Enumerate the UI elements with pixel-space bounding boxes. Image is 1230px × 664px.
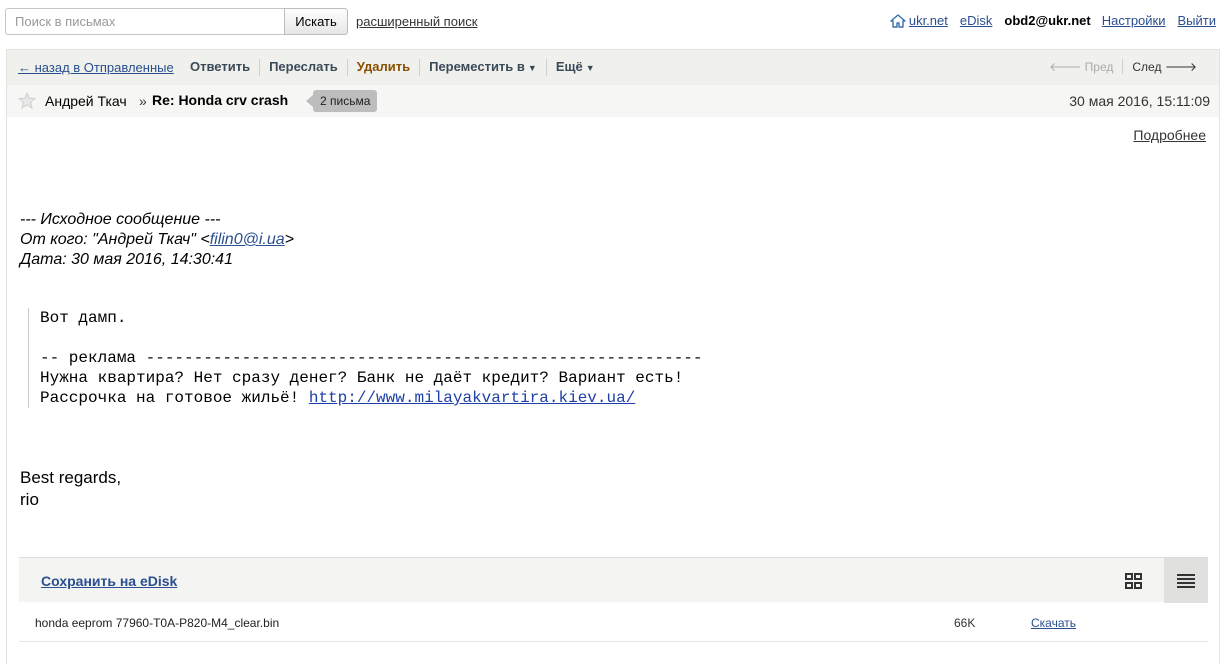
move-to-label: Переместить в [429, 59, 525, 74]
advanced-search-link[interactable]: расширенный поиск [356, 14, 477, 29]
list-view-button[interactable] [1164, 558, 1208, 603]
subject-separator: » [139, 93, 147, 109]
signature-line-1: Best regards, [20, 468, 122, 487]
grid-icon [1125, 572, 1142, 589]
star-icon[interactable] [18, 92, 36, 109]
chevron-down-icon: ▼ [585, 63, 595, 73]
quoted-title: --- Исходное сообщение --- [20, 211, 221, 228]
attachment-download-link[interactable]: Скачать [1031, 616, 1076, 630]
settings-link[interactable]: Настройки [1102, 13, 1166, 28]
quoted-from: От кого: "Андрей Ткач" <filin0@i.ua> [20, 230, 1200, 250]
quoted-from-suffix: > [284, 231, 294, 248]
next-message-button[interactable]: След 🡒 [1123, 59, 1197, 74]
search-input[interactable] [5, 8, 285, 35]
quoted-line-4-text: Рассрочка на готовое жильё! [40, 389, 309, 407]
grid-view-button[interactable] [1112, 558, 1156, 603]
user-email: obd2@ukr.net [1004, 13, 1091, 28]
message-container: ← назад в Отправленные Ответить Переслат… [6, 49, 1220, 664]
move-to-button[interactable]: Переместить в ▼ [419, 59, 546, 76]
reply-button[interactable]: Ответить [190, 59, 259, 76]
quoted-from-prefix: От кого: "Андрей Ткач" < [20, 231, 210, 248]
top-bar: Искать расширенный поиск ukr.net eDisk o… [0, 0, 1230, 46]
prev-message-button[interactable]: 🡐 Пред [1049, 59, 1124, 74]
save-to-edisk-link[interactable]: Сохранить на eDisk [41, 573, 177, 589]
message-date: 30 мая 2016, 15:11:09 [1069, 93, 1210, 109]
details-link[interactable]: Подробнее [1133, 127, 1206, 143]
quoted-line-3: Нужна квартира? Нет сразу денег? Банк не… [40, 369, 684, 387]
logout-link[interactable]: Выйти [1178, 13, 1217, 28]
message-toolbar: ← назад в Отправленные Ответить Переслат… [7, 50, 1219, 85]
attachment-row: honda eeprom 77960-T0A-P820-M4_clear.bin… [19, 602, 1208, 642]
thread-count-badge[interactable]: 2 письма [305, 90, 378, 112]
attachment-name: honda eeprom 77960-T0A-P820-M4_clear.bin [35, 616, 280, 630]
quoted-header: --- Исходное сообщение --- От кого: "Анд… [20, 210, 1200, 270]
quoted-from-email[interactable]: filin0@i.ua [210, 231, 285, 248]
home-icon [890, 13, 906, 28]
more-label: Ещё [555, 59, 583, 74]
quoted-line-1: Вот дамп. [40, 309, 127, 327]
attachments-bar: Сохранить на eDisk [19, 557, 1208, 603]
message-subject: Re: Honda crv crash [152, 92, 289, 108]
more-button[interactable]: Ещё ▼ [545, 59, 604, 76]
forward-button[interactable]: Переслать [259, 59, 347, 76]
top-links: ukr.net eDisk obd2@ukr.net Настройки Вый… [890, 13, 1216, 28]
edisk-link[interactable]: eDisk [960, 13, 993, 28]
delete-button[interactable]: Удалить [346, 59, 419, 76]
list-icon [1177, 573, 1195, 588]
quoted-body: Вот дамп. -- реклама -------------------… [28, 308, 1200, 408]
arrow-right-icon: 🡒 [1161, 60, 1197, 74]
quoted-date: Дата: 30 мая 2016, 14:30:41 [20, 251, 233, 268]
home-link-label[interactable]: ukr.net [909, 13, 948, 28]
message-body: --- Исходное сообщение --- От кого: "Анд… [20, 210, 1200, 511]
prev-label: Пред [1084, 60, 1114, 74]
signature-line-2: rio [20, 490, 39, 509]
action-buttons: Ответить Переслать Удалить Переместить в… [190, 59, 604, 76]
search-button[interactable]: Искать [284, 8, 348, 35]
back-to-sent-link[interactable]: ← назад в Отправленные [18, 60, 174, 75]
attachment-size: 66K [954, 616, 976, 630]
sender-name[interactable]: Андрей Ткач [45, 93, 127, 109]
message-header: Андрей Ткач » Re: Honda crv crash 2 пись… [7, 85, 1219, 117]
next-label: След [1132, 60, 1162, 74]
ad-link[interactable]: http://www.milayakvartira.kiev.ua/ [309, 389, 635, 407]
quoted-blank [40, 328, 1200, 348]
chevron-down-icon: ▼ [527, 63, 537, 73]
quoted-line-2: -- реклама -----------------------------… [40, 349, 703, 367]
signature: Best regards, rio [20, 467, 1200, 511]
arrow-left-icon: 🡐 [1049, 60, 1085, 74]
home-link[interactable]: ukr.net [890, 13, 948, 28]
message-navigation: 🡐 Пред След 🡒 [1049, 59, 1197, 74]
quoted-line-4: Рассрочка на готовое жильё! http://www.m… [40, 388, 1200, 408]
